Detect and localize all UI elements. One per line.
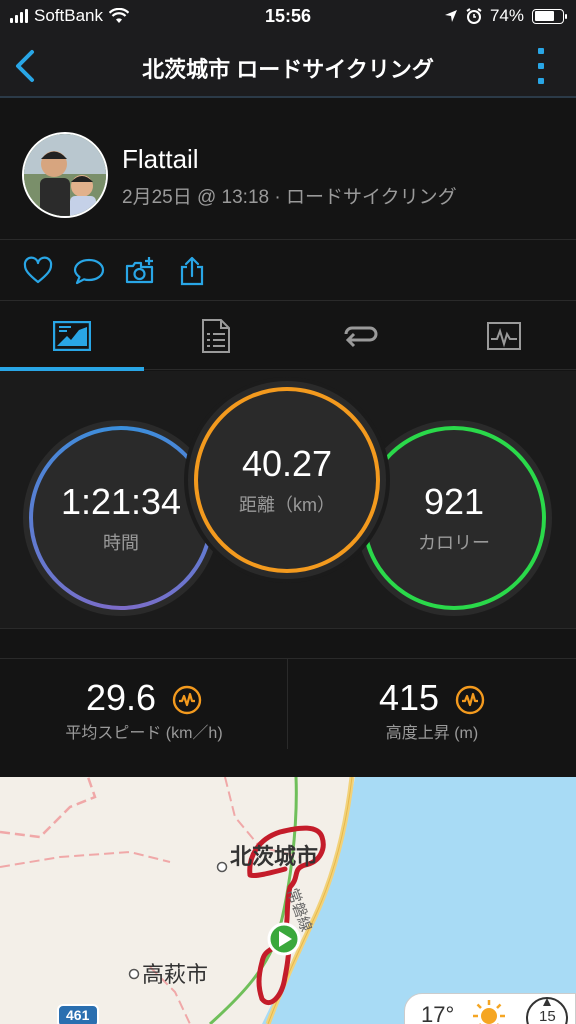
- heart-icon[interactable]: [22, 255, 54, 287]
- distance-label: 距離（km）: [239, 495, 335, 515]
- more-options-button[interactable]: [538, 48, 546, 84]
- elevation-metric[interactable]: 415 高度上昇 (m): [288, 659, 576, 777]
- tab-charts[interactable]: [432, 302, 576, 370]
- elevation-label: 高度上昇 (m): [385, 725, 479, 742]
- insight-icon: [172, 686, 202, 715]
- comment-icon[interactable]: [73, 255, 105, 287]
- avatar[interactable]: [22, 132, 108, 218]
- user-name[interactable]: Flattail: [122, 144, 199, 175]
- avg-speed-label: 平均スピード (km／h): [65, 725, 223, 742]
- map-label-city2: 高萩市: [142, 962, 209, 987]
- distance-value: 40.27: [241, 443, 333, 484]
- time-circle: 1:21:34 時間: [23, 420, 219, 616]
- battery-level: [534, 11, 555, 21]
- calories-circle: 921 カロリー: [356, 420, 552, 616]
- share-icon[interactable]: [176, 255, 208, 287]
- elevation-value: 415: [378, 677, 440, 718]
- elevation-row: 415: [288, 677, 576, 719]
- duration-value: 1:21:34: [60, 481, 182, 522]
- route-shield-number: 461: [66, 1007, 90, 1023]
- battery-percent: 74%: [489, 6, 524, 25]
- tab-stats[interactable]: [144, 302, 288, 370]
- page-title: 北茨城市 ロードサイクリング: [142, 57, 434, 82]
- avatar-photo: [24, 134, 106, 216]
- chart-icon: [487, 322, 521, 350]
- status-bar: SoftBank 15:56 74%: [0, 0, 576, 34]
- tab-bar: [0, 302, 576, 371]
- avg-speed-value: 29.6: [85, 677, 157, 718]
- alarm-icon: [466, 8, 482, 24]
- battery-icon: [532, 8, 567, 24]
- insight-icon: [455, 686, 485, 715]
- metrics-row: 29.6 平均スピード (km／h) 415 高度上昇 (m): [0, 658, 576, 776]
- calories-value: 921: [423, 481, 485, 522]
- distance-circle: 40.27 距離（km）: [188, 381, 386, 579]
- duration-label: 時間: [103, 533, 139, 553]
- activity-header: Flattail 2月25日 @ 13:18 · ロードサイクリング: [0, 100, 576, 240]
- calories-label: カロリー: [418, 533, 490, 553]
- map-label-city1: 北茨城市: [230, 844, 319, 869]
- back-button[interactable]: [10, 46, 44, 86]
- avg-speed-row: 29.6: [0, 677, 288, 719]
- weather-widget[interactable]: 17° 15: [404, 993, 576, 1024]
- status-right: 74%: [444, 6, 567, 26]
- action-bar: [0, 241, 576, 301]
- temperature-value: 17°: [421, 1002, 455, 1024]
- wind-speed-value: 15: [539, 1008, 556, 1024]
- location-icon: [444, 10, 457, 22]
- tab-overview[interactable]: [0, 302, 144, 371]
- overview-icon: [53, 321, 91, 351]
- camera-plus-icon[interactable]: [124, 255, 156, 287]
- laps-icon: [344, 326, 378, 348]
- activity-meta: 2月25日 @ 13:18 · ロードサイクリング: [122, 187, 457, 208]
- summary-circles: 1:21:34 時間 921 カロリー 40.27 距離（km）: [0, 371, 576, 629]
- kebab-dot: [538, 48, 544, 54]
- avg-speed-metric[interactable]: 29.6 平均スピード (km／h): [0, 659, 288, 777]
- document-list-icon: [202, 319, 230, 353]
- tab-laps[interactable]: [288, 302, 432, 370]
- route-map[interactable]: 北茨城市 高萩市 常磐線 461 17° 15: [0, 777, 576, 1024]
- kebab-dot: [538, 78, 544, 84]
- kebab-dot: [538, 63, 544, 69]
- sun-icon: [473, 1000, 505, 1024]
- nav-bar: 北茨城市 ロードサイクリング: [0, 34, 576, 98]
